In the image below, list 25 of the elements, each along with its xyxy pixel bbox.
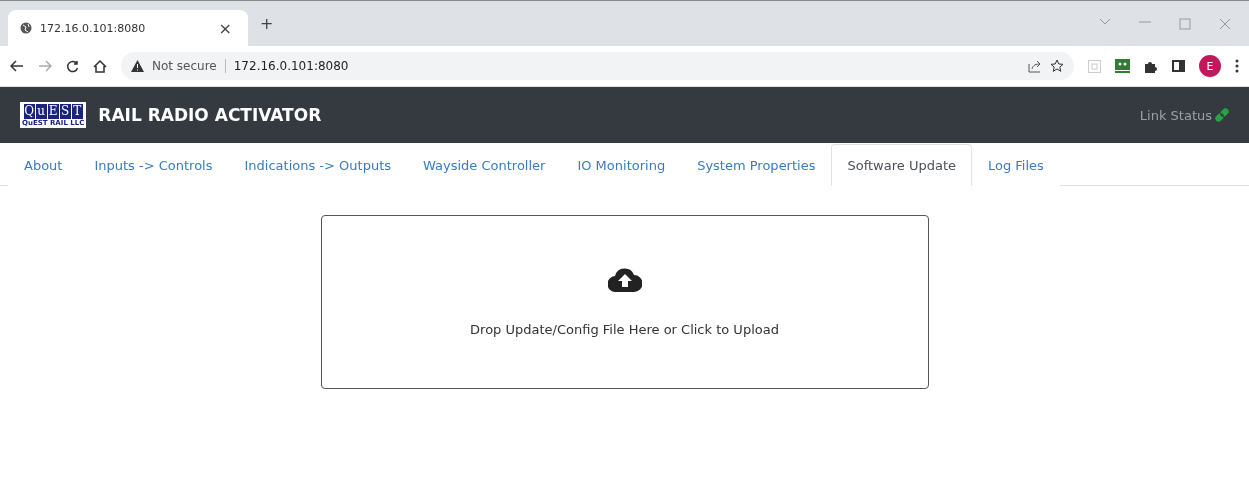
close-tab-button[interactable]: × bbox=[214, 18, 236, 38]
address-bar[interactable]: Not secure 172.16.0.101:8080 bbox=[121, 52, 1074, 80]
side-panel-icon[interactable] bbox=[1172, 60, 1185, 72]
url-text: 172.16.0.101:8080 bbox=[233, 59, 349, 73]
warning-icon bbox=[131, 60, 144, 72]
cloud-upload-icon bbox=[607, 267, 642, 292]
back-icon[interactable] bbox=[10, 60, 24, 72]
security-label: Not secure bbox=[152, 59, 217, 73]
nav-tab[interactable]: Software Update bbox=[831, 144, 972, 186]
robot-icon[interactable] bbox=[1115, 59, 1130, 73]
reload-icon[interactable] bbox=[66, 59, 79, 73]
app-title: RAIL RADIO ACTIVATOR bbox=[98, 105, 322, 125]
tab-title: 172.16.0.101:8080 bbox=[40, 21, 147, 35]
profile-avatar[interactable]: E bbox=[1199, 55, 1221, 77]
browser-tab[interactable]: 172.16.0.101:8080 × bbox=[8, 10, 248, 46]
menu-icon[interactable] bbox=[1235, 59, 1239, 73]
home-icon[interactable] bbox=[93, 59, 107, 73]
globe-icon bbox=[20, 22, 32, 34]
dropzone-text: Drop Update/Config File Here or Click to Upload bbox=[470, 321, 779, 337]
share-icon[interactable] bbox=[1028, 59, 1042, 73]
link-status: Link Status bbox=[1139, 107, 1229, 123]
puzzle-icon[interactable] bbox=[1144, 59, 1158, 73]
new-tab-button[interactable]: + bbox=[256, 14, 278, 33]
star-icon[interactable] bbox=[1050, 59, 1064, 73]
upload-dropzone[interactable]: Drop Update/Config File Here or Click to Upload bbox=[320, 215, 929, 389]
